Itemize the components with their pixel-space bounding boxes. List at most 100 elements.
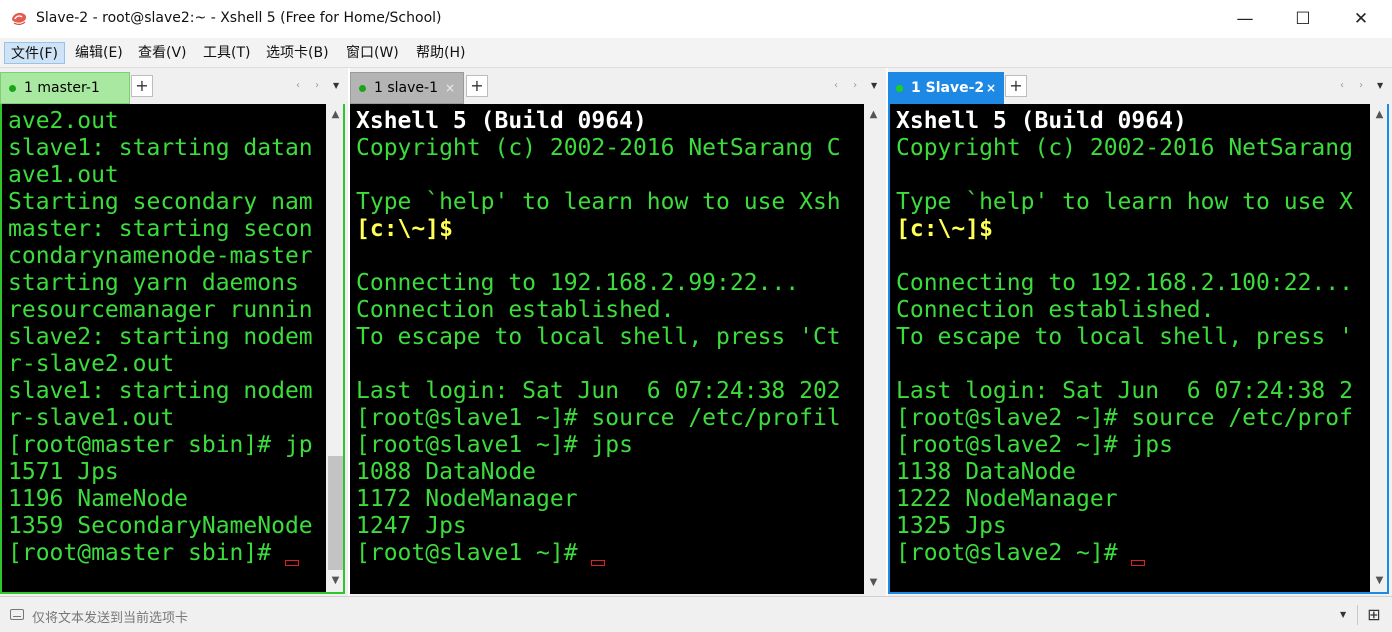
compose-send-target[interactable]: 仅将文本发送到当前选项卡 [32,607,188,626]
terminal-line: Last login: Sat Jun 6 07:24:38 2 [896,378,1353,404]
tab-label: 1 master-1 [24,80,100,96]
terminal-line: resourcemanager runnin [8,297,313,323]
tab-list-dropdown-icon[interactable]: ▼ [333,81,339,90]
terminal-line: ave2.out [8,108,119,134]
tab-strip: 1 slave-1 × + ‹ › ▼ [350,68,886,104]
scroll-up-icon[interactable]: ▲ [1370,106,1389,124]
terminal-line: Connection established. [356,297,675,323]
scrollbar-thumb[interactable] [328,456,343,570]
terminal-line: 1247 Jps [356,513,467,539]
terminal-line: Type `help' to learn how to use X [896,189,1353,215]
scroll-up-icon[interactable]: ▲ [326,106,345,124]
scroll-down-icon[interactable]: ▼ [1370,572,1389,590]
new-tab-button[interactable]: + [1005,75,1027,97]
terminal-line: r-slave1.out [8,405,175,431]
new-tab-button[interactable]: + [466,75,488,97]
terminal-line: Connecting to 192.168.2.99:22... [356,270,800,296]
tab-strip: 1 master-1 + ‹ › ▼ [0,68,348,104]
keyboard-icon [10,609,24,620]
terminal-line: Starting secondary nam [8,189,313,215]
tab-scroll-arrows[interactable]: ‹ › [834,80,863,91]
terminal-line: 1088 DataNode [356,459,537,485]
terminal-line: [root@slave2 ~]# [896,540,1118,566]
terminal-line: [root@slave1 ~]# jps [356,432,633,458]
minimize-button[interactable]: — [1216,0,1274,38]
menu-tabs[interactable]: 选项卡(B) [260,42,335,64]
close-tab-icon[interactable]: × [986,81,996,95]
layout-grid-icon[interactable]: ⊞ [1364,605,1384,625]
close-tab-icon[interactable]: × [445,81,455,95]
terminal-line: [root@slave2 ~]# jps [896,432,1173,458]
terminal-line: [root@slave1 ~]# [356,540,578,566]
terminal-line: 1196 NameNode [8,486,189,512]
terminal-line: Xshell 5 (Build 0964) [896,108,1187,134]
terminal-screen[interactable]: ave2.out slave1: starting datan ave1.out St… [0,104,326,594]
tab-master-1[interactable]: 1 master-1 [0,72,130,104]
tab-slave-1[interactable]: 1 slave-1 × [350,72,464,104]
terminal-cursor [285,560,299,566]
session-status-dot [896,84,903,92]
terminal-line: master: starting secon [8,216,313,242]
vertical-scrollbar[interactable]: ▲ ▼ [326,104,345,594]
terminal-line: starting yarn daemons [8,270,299,296]
send-target-dropdown-icon[interactable]: ▼ [1340,610,1346,619]
terminal-line: ave1.out [8,162,119,188]
terminal-line: Type `help' to learn how to use Xsh [356,189,841,215]
terminal-line: slave1: starting datan [8,135,313,161]
window-title: Slave-2 - root@slave2:~ - Xshell 5 (Free… [36,10,442,26]
terminal-line: condarynamenode-master [8,243,313,269]
tab-slave-2[interactable]: 1 Slave-2 × [888,72,1004,104]
menu-bar: 文件(F) 编辑(E) 查看(V) 工具(T) 选项卡(B) 窗口(W) 帮助(… [0,38,1392,68]
session-pane-slave-1: 1 slave-1 × + ‹ › ▼ Xshell 5 (Build 0964… [350,68,886,596]
terminal-cursor [591,560,606,566]
terminal-line: Copyright (c) 2002-2016 NetSarang C [356,135,841,161]
session-status-dot [9,84,16,92]
terminal-line: 1172 NodeManager [356,486,578,512]
menu-file[interactable]: 文件(F) [4,42,65,64]
terminal-line: slave1: starting nodem [8,378,313,404]
terminal-screen[interactable]: Xshell 5 (Build 0964) Copyright (c) 2002-… [888,104,1370,594]
menu-tools[interactable]: 工具(T) [197,42,256,64]
terminal-line: Connecting to 192.168.2.100:22... [896,270,1353,296]
title-bar: Slave-2 - root@slave2:~ - Xshell 5 (Free… [0,0,1392,38]
xshell-app-icon [12,12,27,25]
menu-edit[interactable]: 编辑(E) [69,42,129,64]
tab-scroll-arrows[interactable]: ‹ › [296,80,325,91]
new-tab-button[interactable]: + [131,75,153,97]
terminal-line: To escape to local shell, press ' [896,324,1353,350]
vertical-scrollbar[interactable]: ▲ ▼ [1370,104,1389,594]
terminal-line: [root@slave2 ~]# source /etc/prof [896,405,1353,431]
menu-view[interactable]: 查看(V) [132,42,193,64]
menu-window[interactable]: 窗口(W) [340,42,405,64]
terminal-line: To escape to local shell, press 'Ct [356,324,841,350]
scroll-down-icon[interactable]: ▼ [864,574,883,592]
tab-scroll-arrows[interactable]: ‹ › [1340,80,1369,91]
terminal-line: [c:\~]$ [896,216,993,242]
terminal-line: [root@master sbin]# [8,540,272,566]
menu-help[interactable]: 帮助(H) [410,42,471,64]
close-window-button[interactable]: ✕ [1332,0,1390,38]
terminal-line: 1571 Jps [8,459,119,485]
status-divider [1357,605,1358,625]
session-pane-master-1: 1 master-1 + ‹ › ▼ ave2.out slave1: start… [0,68,348,596]
scroll-down-icon[interactable]: ▼ [326,572,345,590]
terminal-line: Last login: Sat Jun 6 07:24:38 202 [356,378,841,404]
terminal-line: slave2: starting nodem [8,324,313,350]
session-pane-slave-2: 1 Slave-2 × + ‹ › ▼ Xshell 5 (Build 0964… [888,68,1392,596]
terminal-line: Connection established. [896,297,1215,323]
terminal-screen[interactable]: Xshell 5 (Build 0964) Copyright (c) 2002-… [350,104,864,594]
tab-strip: 1 Slave-2 × + ‹ › ▼ [888,68,1392,104]
terminal-cursor [1131,560,1146,566]
tab-list-dropdown-icon[interactable]: ▼ [1377,81,1383,90]
terminal-line: [c:\~]$ [356,216,453,242]
terminal-line: 1222 NodeManager [896,486,1118,512]
terminal-line: 1138 DataNode [896,459,1077,485]
tab-list-dropdown-icon[interactable]: ▼ [871,81,877,90]
maximize-button[interactable]: ☐ [1274,0,1332,38]
scroll-up-icon[interactable]: ▲ [864,106,883,124]
status-bar: 仅将文本发送到当前选项卡 ▼ ⊞ [0,596,1392,632]
session-status-dot [359,84,366,92]
tab-label: 1 slave-1 [374,80,438,96]
vertical-scrollbar[interactable]: ▲ ▼ [864,104,883,594]
terminal-line: [root@master sbin]# jp [8,432,313,458]
